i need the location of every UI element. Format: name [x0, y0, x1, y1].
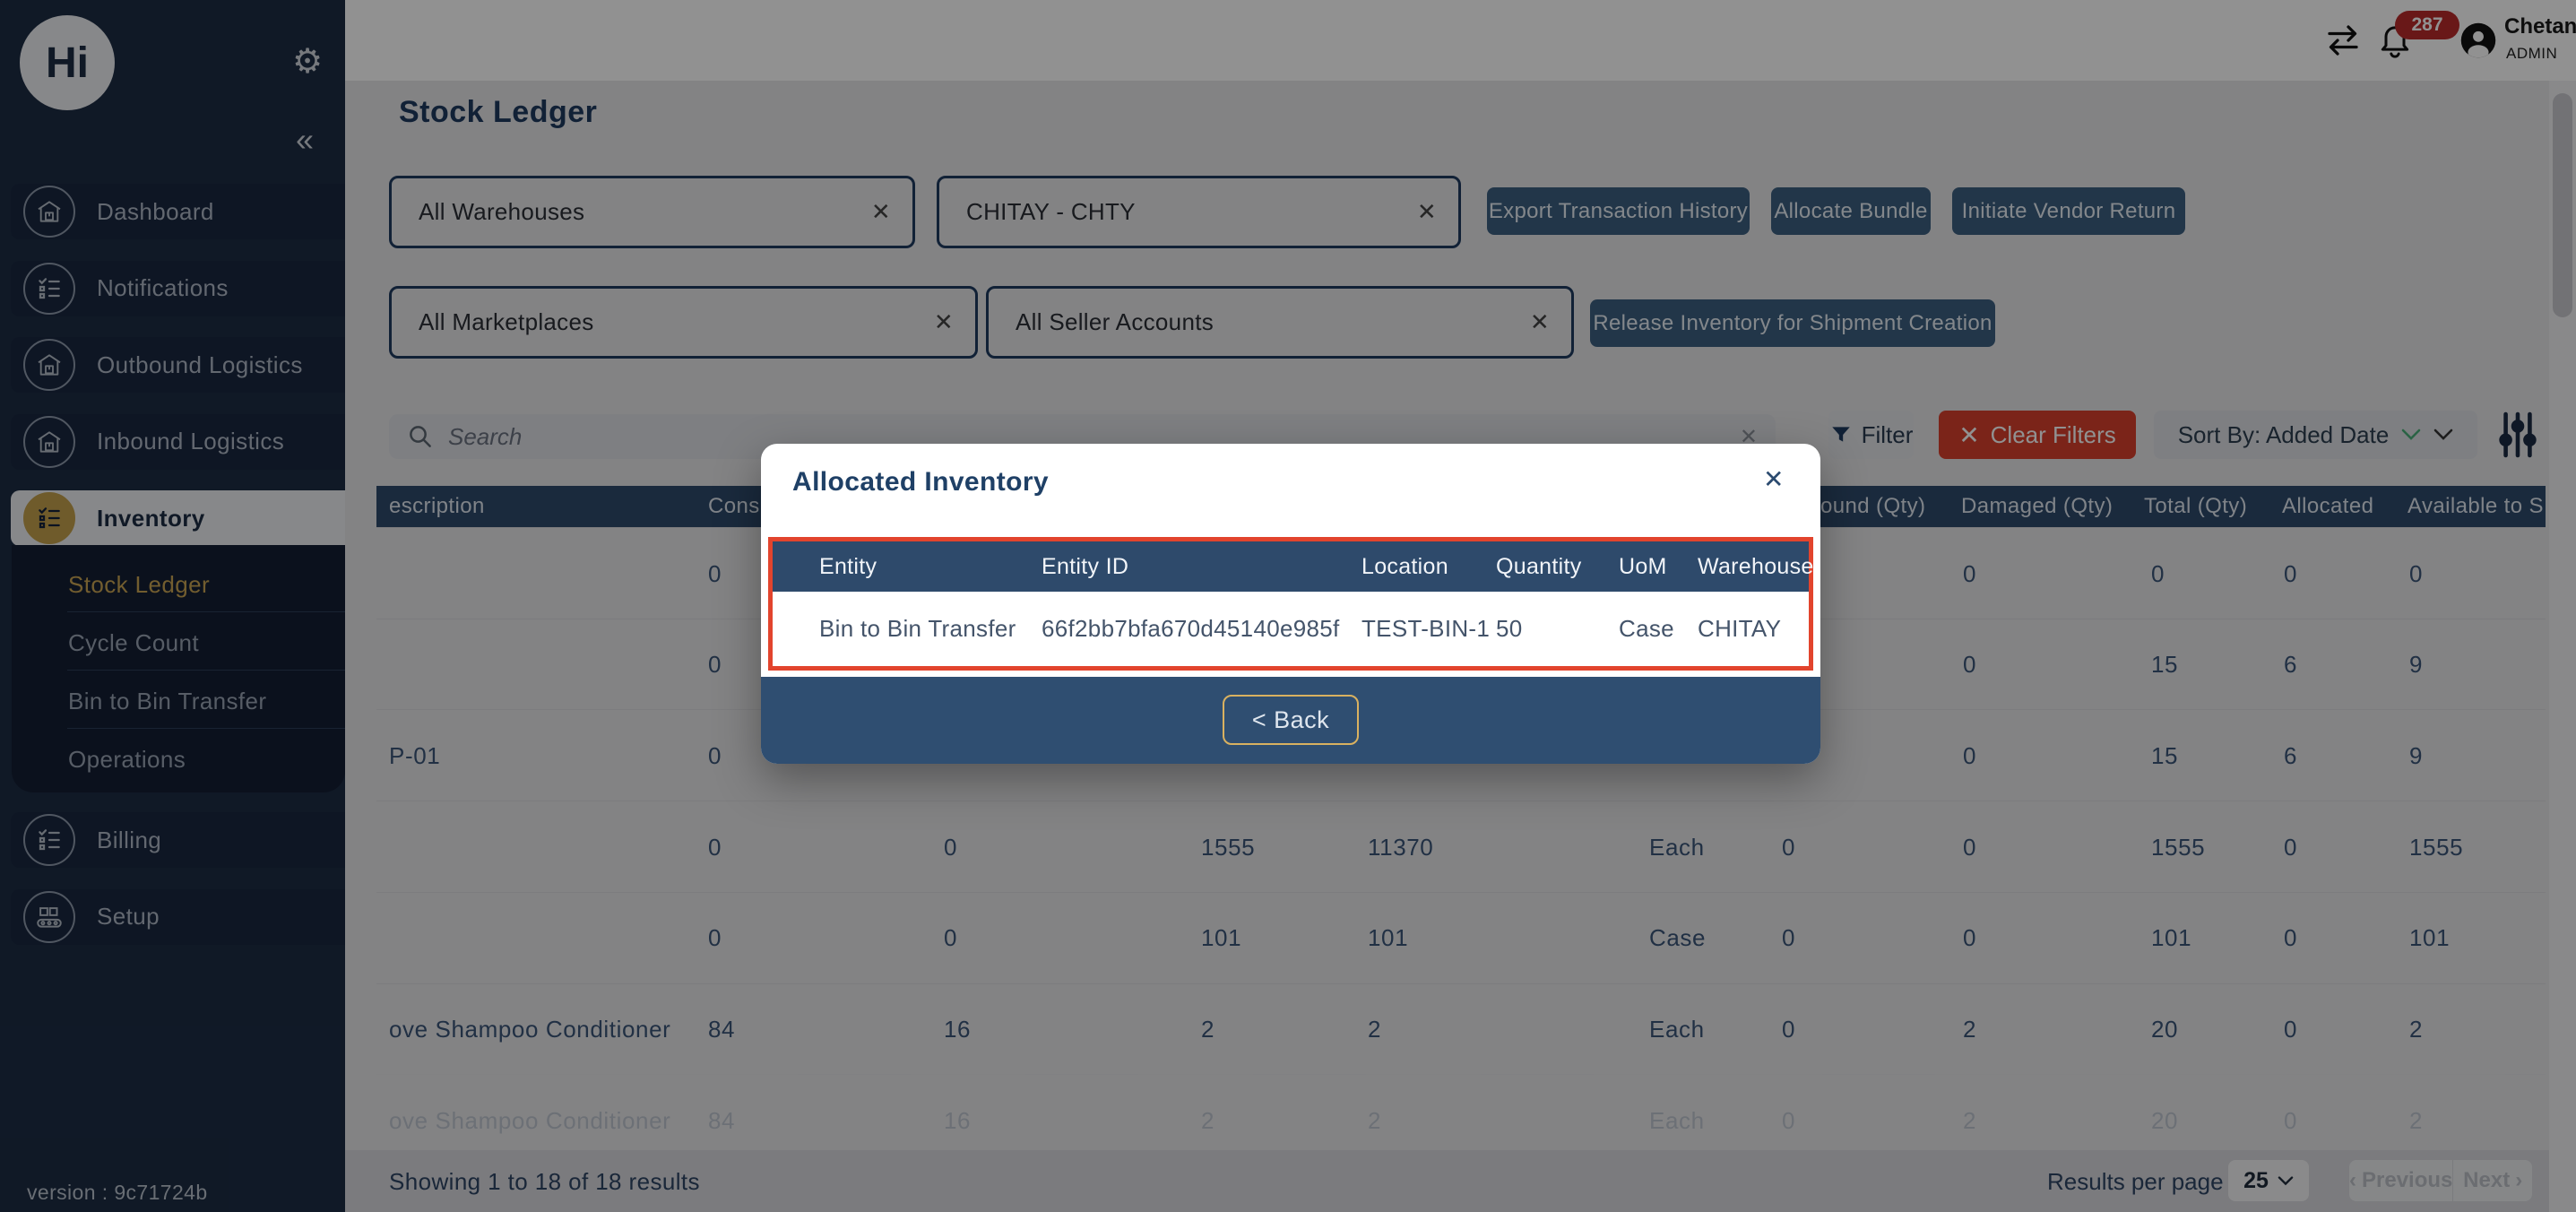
modal-column-header: Quantity [1496, 541, 1582, 592]
modal-cell: TEST-BIN-1 [1361, 592, 1490, 666]
modal-cell: 50 [1496, 592, 1523, 666]
highlight-annotation-box: Entity Entity ID Location Quantity UoM Wareho… [768, 537, 1813, 671]
modal-footer: < Back [761, 677, 1820, 764]
allocated-inventory-modal: Allocated Inventory ✕ Entity Entity ID Loc… [761, 444, 1820, 764]
modal-cell: Case [1619, 592, 1674, 666]
back-button[interactable]: < Back [1223, 695, 1359, 745]
app-screen: Hi ⚙ « DashboardNotificationsOutbound Lo… [0, 0, 2576, 1212]
modal-close-icon[interactable]: ✕ [1763, 467, 1784, 492]
modal-column-header: Location [1361, 541, 1448, 592]
modal-column-header: Entity ID [1042, 541, 1128, 592]
modal-cell: Bin to Bin Transfer [819, 592, 1016, 666]
modal-column-header: Warehouse [1698, 541, 1814, 592]
modal-cell: 66f2bb7bfa670d45140e985f [1042, 592, 1340, 666]
modal-column-header: UoM [1619, 541, 1667, 592]
modal-column-header: Entity [819, 541, 877, 592]
modal-table-row: Bin to Bin Transfer 66f2bb7bfa670d45140e9… [773, 592, 1809, 666]
modal-cell: CHITAY [1698, 592, 1781, 666]
modal-table-header-row: EntityEntity IDLocationQuantityUoMWareho… [773, 541, 1809, 592]
modal-title: Allocated Inventory [792, 467, 1049, 498]
